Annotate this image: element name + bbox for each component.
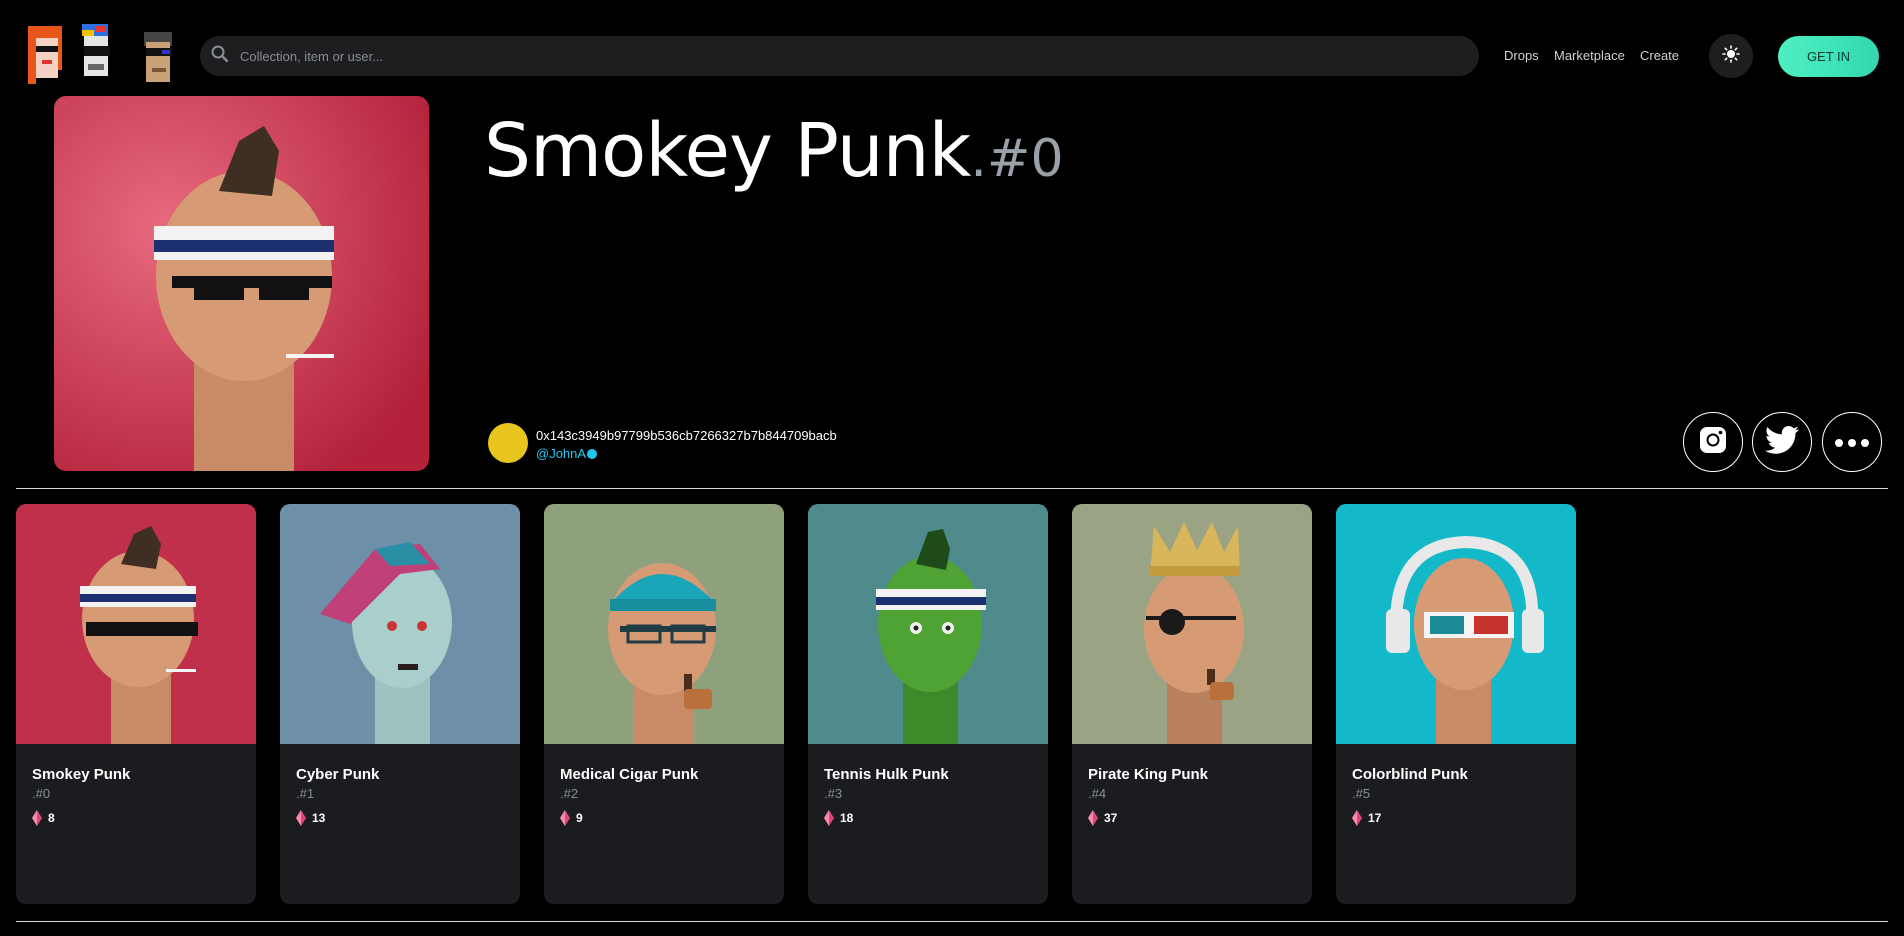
card-image [808, 504, 1048, 744]
search-bar[interactable] [200, 36, 1479, 76]
card-price-value: 9 [576, 811, 583, 825]
section-divider [16, 488, 1888, 489]
card-image [1072, 504, 1312, 744]
card-price: 9 [560, 810, 583, 826]
owner-avatar[interactable] [488, 423, 528, 463]
header: Drops Marketplace Create GET IN [0, 0, 1904, 95]
ethereum-icon [32, 810, 42, 826]
instagram-icon [1697, 424, 1729, 460]
twitter-button[interactable] [1752, 412, 1812, 472]
card-image [16, 504, 256, 744]
card-image [1336, 504, 1576, 744]
card-name: Pirate King Punk [1088, 766, 1209, 783]
item-card[interactable]: Colorblind Punk .#5 17 [1336, 504, 1576, 904]
card-name: Tennis Hulk Punk [824, 766, 949, 783]
card-name: Cyber Punk [296, 766, 380, 783]
card-price: 8 [32, 810, 55, 826]
card-number: .#5 [1352, 786, 1371, 801]
owner-handle[interactable]: @JohnA [536, 446, 586, 461]
card-price: 17 [1352, 810, 1381, 826]
pixel-punks-logo[interactable] [24, 24, 182, 88]
card-number: .#1 [296, 786, 315, 801]
verified-icon [587, 448, 598, 459]
item-title: Smokey Punk.#0 [484, 108, 1064, 194]
card-image [544, 504, 784, 744]
bottom-divider [16, 921, 1888, 922]
card-price: 13 [296, 810, 325, 826]
item-name: Smokey Punk [484, 108, 971, 194]
ethereum-icon [1352, 810, 1362, 826]
item-number: .#0 [970, 129, 1064, 189]
theme-toggle-button[interactable] [1709, 34, 1753, 78]
sun-icon [1722, 45, 1740, 67]
more-icon [1834, 433, 1870, 452]
card-price-value: 18 [840, 811, 854, 825]
item-card[interactable]: Medical Cigar Punk .#2 9 [544, 504, 784, 904]
search-icon [210, 44, 230, 68]
item-card[interactable]: Pirate King Punk .#4 37 [1072, 504, 1312, 904]
card-name: Medical Cigar Punk [560, 766, 699, 783]
get-in-button[interactable]: GET IN [1778, 36, 1879, 77]
card-name: Smokey Punk [32, 766, 131, 783]
instagram-button[interactable] [1683, 412, 1743, 472]
item-card[interactable]: Tennis Hulk Punk .#3 18 [808, 504, 1048, 904]
ethereum-icon [560, 810, 570, 826]
card-number: .#3 [824, 786, 843, 801]
card-price-value: 8 [48, 811, 55, 825]
item-image [54, 96, 429, 471]
card-number: .#0 [32, 786, 51, 801]
owner-address[interactable]: 0x143c3949b97799b536cb7266327b7b844709ba… [536, 428, 837, 443]
nav-create[interactable]: Create [1640, 48, 1679, 63]
card-number: .#4 [1088, 786, 1107, 801]
item-card[interactable]: Cyber Punk .#1 13 [280, 504, 520, 904]
card-price-value: 17 [1368, 811, 1382, 825]
ethereum-icon [1088, 810, 1098, 826]
ethereum-icon [296, 810, 306, 826]
ethereum-icon [824, 810, 834, 826]
card-price-value: 37 [1104, 811, 1118, 825]
card-number: .#2 [560, 786, 579, 801]
item-card[interactable]: Smokey Punk .#0 8 [16, 504, 256, 904]
more-button[interactable] [1822, 412, 1882, 472]
card-price: 37 [1088, 810, 1117, 826]
search-input[interactable] [238, 47, 1442, 65]
nav-marketplace[interactable]: Marketplace [1554, 48, 1625, 63]
card-price-value: 13 [312, 811, 326, 825]
card-image [280, 504, 520, 744]
card-name: Colorblind Punk [1352, 766, 1468, 783]
twitter-icon [1765, 425, 1799, 459]
nav-drops[interactable]: Drops [1504, 48, 1539, 63]
card-price: 18 [824, 810, 853, 826]
owner-handle-row[interactable]: @JohnA [536, 446, 598, 461]
